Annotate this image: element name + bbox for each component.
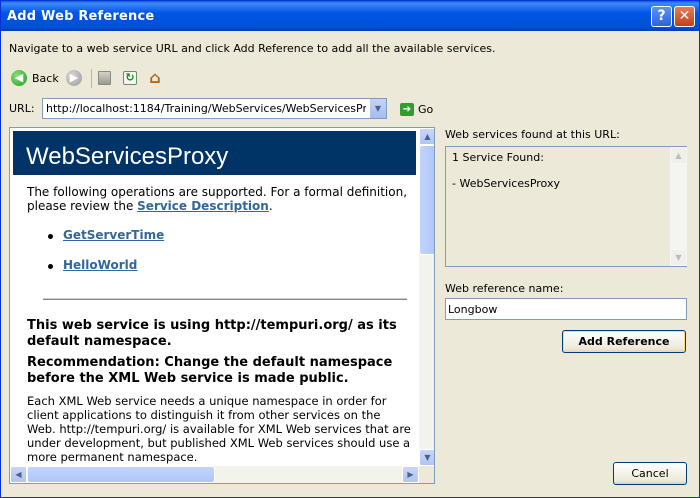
stop-button[interactable] (98, 68, 111, 88)
scrollbar-corner (419, 466, 434, 483)
url-input[interactable] (43, 99, 369, 118)
operation-link-helloworld[interactable]: HelloWorld (63, 258, 137, 272)
refresh-icon: ↻ (123, 71, 137, 85)
instruction-text: Navigate to a web service URL and click … (9, 42, 496, 55)
url-label: URL: (9, 102, 35, 115)
window-title: Add Web Reference (7, 9, 155, 24)
go-button[interactable]: ➔ Go (400, 103, 433, 116)
scroll-left-icon[interactable]: ◀ (10, 466, 27, 483)
page-title: WebServicesProxy (13, 131, 416, 175)
back-icon: ◀ (11, 70, 27, 86)
namespace-heading: This web service is using http://tempuri… (27, 318, 397, 349)
forward-icon: ▶ (66, 70, 82, 86)
close-button[interactable]: ✕ (674, 6, 695, 27)
scroll-up-icon[interactable]: ▲ (419, 128, 434, 145)
go-arrow-icon: ➔ (400, 103, 414, 116)
scroll-right-icon[interactable]: ▶ (402, 466, 419, 483)
go-label: Go (418, 103, 434, 116)
refresh-button[interactable]: ↻ (123, 68, 137, 88)
services-list-scrollbar[interactable]: ▲ ▼ (670, 147, 687, 266)
horizontal-scroll-thumb[interactable] (27, 466, 215, 483)
scroll-up-icon[interactable]: ▲ (670, 147, 687, 164)
service-page: WebServicesProxy The following operation… (10, 128, 419, 466)
cancel-button[interactable]: Cancel (613, 462, 687, 485)
recommendation-heading: Recommendation: Change the default names… (27, 355, 393, 386)
bullet-icon (48, 234, 53, 239)
back-label: Back (32, 71, 59, 85)
namespace-explanation: Each XML Web service needs a unique name… (27, 394, 411, 464)
add-reference-button[interactable]: Add Reference (562, 330, 686, 353)
service-item: - WebServicesProxy (452, 177, 560, 190)
url-combobox[interactable]: ▼ (42, 98, 387, 119)
home-icon: ⌂ (149, 68, 161, 87)
vertical-scrollbar[interactable]: ▲ ▼ (419, 128, 434, 466)
operation-link-getservertime[interactable]: GetServerTime (63, 228, 164, 242)
scroll-down-icon[interactable]: ▼ (419, 449, 434, 466)
forward-button[interactable]: ▶ (66, 68, 82, 88)
home-button[interactable]: ⌂ (147, 68, 163, 88)
title-bar[interactable]: Add Web Reference ? ✕ (1, 1, 699, 31)
help-button[interactable]: ? (651, 6, 672, 27)
services-found-list[interactable]: 1 Service Found: - WebServicesProxy ▲ ▼ (445, 146, 687, 267)
web-reference-name-input[interactable] (445, 298, 687, 320)
services-found-label: Web services found at this URL: (445, 128, 620, 141)
url-dropdown-arrow-icon[interactable]: ▼ (369, 99, 386, 118)
web-browser-pane[interactable]: WebServicesProxy The following operation… (9, 127, 435, 484)
service-description-link[interactable]: Service Description (137, 199, 269, 213)
horizontal-rule (43, 298, 407, 300)
back-button[interactable]: ◀ Back (11, 68, 59, 88)
add-web-reference-dialog: Add Web Reference ? ✕ Navigate to a web … (0, 0, 700, 498)
intro-paragraph: The following operations are supported. … (27, 185, 410, 213)
service-count-text: 1 Service Found: (452, 151, 544, 164)
stop-icon (98, 71, 111, 85)
toolbar-separator (91, 69, 92, 88)
bullet-icon (48, 264, 53, 269)
web-reference-name-label: Web reference name: (445, 282, 564, 295)
vertical-scroll-thumb[interactable] (419, 145, 434, 255)
scroll-down-icon[interactable]: ▼ (670, 249, 687, 266)
intro-end: . (268, 199, 273, 213)
horizontal-scrollbar[interactable]: ◀ ▶ (10, 466, 419, 483)
